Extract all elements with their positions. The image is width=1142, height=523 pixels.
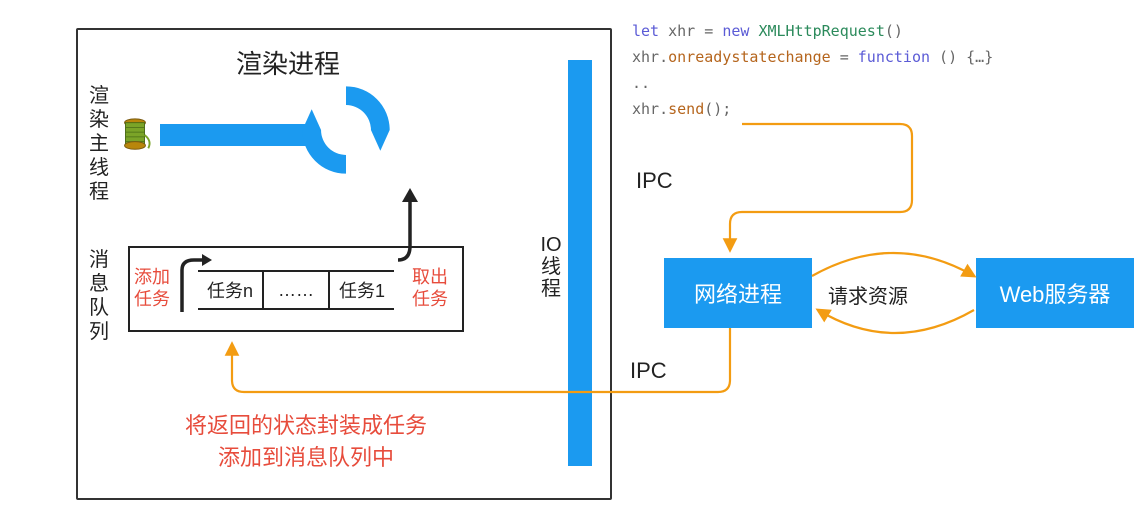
task-cell-1: 任务1: [330, 272, 394, 308]
footer-note: 将返回的状态封装成任务 添加到消息队列中: [156, 410, 456, 474]
code-parens1: (): [885, 22, 903, 40]
web-server-label: Web服务器: [1000, 277, 1111, 309]
message-queue-cells: 任务n …… 任务1: [198, 270, 394, 310]
pop-task-label: 取出任务: [412, 266, 456, 310]
task-cell-dots: ……: [264, 272, 330, 308]
code-prop-onready: onreadystatechange: [668, 48, 831, 66]
ipc-label-recv: IPC: [630, 358, 667, 384]
code-snippet: let xhr = new XMLHttpRequest() xhr.onrea…: [632, 18, 993, 122]
network-process-label: 网络进程: [694, 277, 782, 309]
add-task-arrow: [172, 250, 212, 325]
code-send-tail: ();: [704, 100, 731, 118]
event-loop-icon: [294, 78, 398, 182]
code-fn-tail: () {…}: [930, 48, 993, 66]
ipc-label-send: IPC: [636, 168, 673, 194]
code-dots: ..: [632, 74, 650, 92]
web-server-box: Web服务器: [976, 258, 1134, 328]
main-thread-bar: [160, 124, 310, 146]
pop-task-arrow: [386, 186, 426, 271]
footer-note-line1: 将返回的状态封装成任务: [156, 410, 456, 442]
thread-spool-icon: [116, 116, 154, 154]
code-kw-function: function: [858, 48, 930, 66]
io-thread-bar: [568, 60, 592, 466]
code-var-xhr: xhr: [668, 22, 695, 40]
io-thread-label: IO线程: [540, 234, 562, 300]
code-cls-xhr: XMLHttpRequest: [758, 22, 884, 40]
code-kw-let: let: [632, 22, 659, 40]
message-queue-label: 消息队列: [88, 248, 110, 344]
network-process-box: 网络进程: [664, 258, 812, 328]
footer-note-line2: 添加到消息队列中: [156, 442, 456, 474]
request-resource-label: 请求资源: [828, 280, 908, 309]
render-process-title: 渲染进程: [236, 44, 340, 81]
code-method-send: send: [668, 100, 704, 118]
code-kw-new: new: [722, 22, 749, 40]
render-main-thread-label: 渲染主线程: [88, 84, 110, 204]
